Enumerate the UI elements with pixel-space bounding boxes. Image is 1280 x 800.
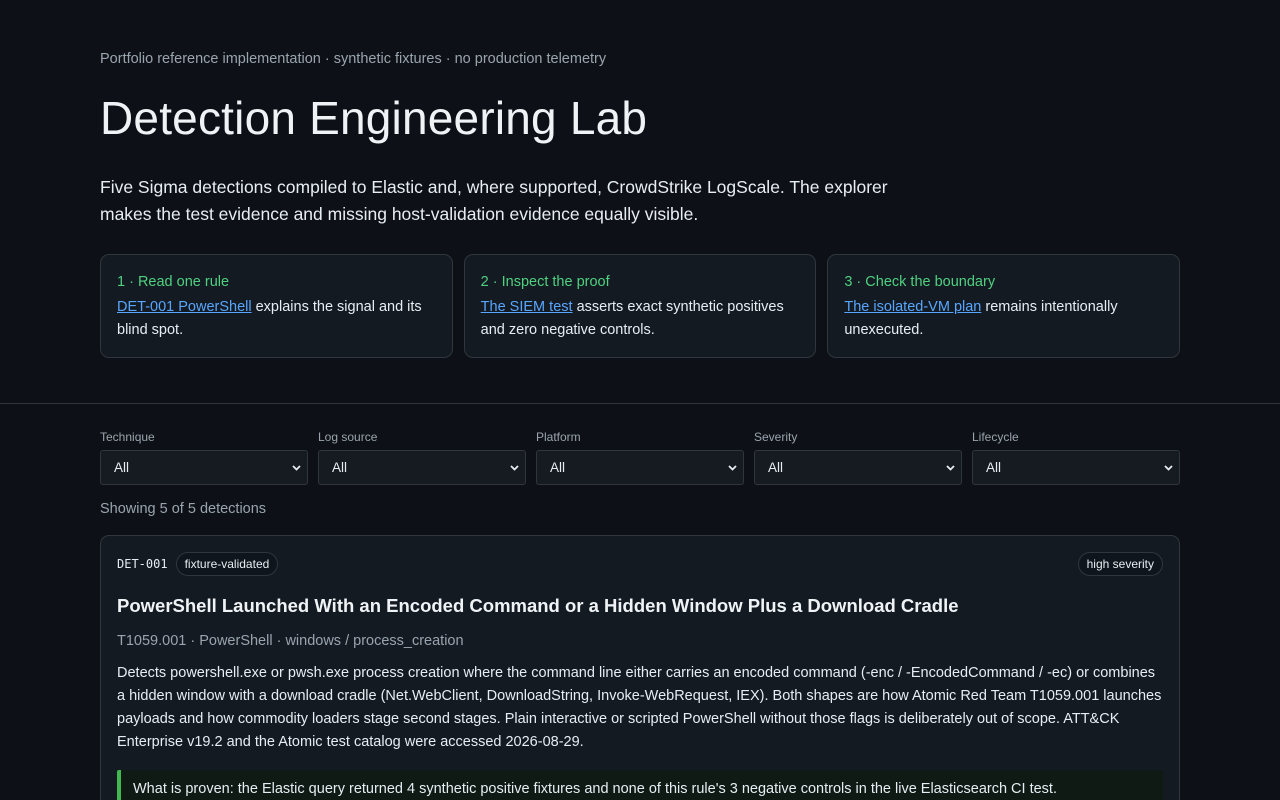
step-card-check-boundary: 3 · Check the boundary The isolated-VM p… — [827, 254, 1181, 358]
step-card-inspect-proof: 2 · Inspect the proof The SIEM test asse… — [463, 254, 817, 358]
platform-select[interactable]: All — [536, 450, 744, 485]
step-card-read-rule: 1 · Read one rule DET-001 PowerShell exp… — [100, 254, 453, 358]
filter-label: Lifecycle — [972, 430, 1019, 444]
step-body: The isolated-VM plan remains intentional… — [844, 299, 1118, 338]
severity-badge: high severity — [1077, 552, 1163, 576]
step-body: DET-001 PowerShell explains the signal a… — [117, 299, 422, 338]
technique-select[interactable]: All — [100, 450, 308, 485]
select-value: All — [114, 460, 130, 475]
filter-log-source: Log source All — [318, 430, 526, 485]
lifecycle-badge: fixture-validated — [175, 552, 279, 576]
chevron-down-icon — [292, 463, 301, 472]
filter-label: Technique — [100, 430, 155, 444]
det-001-link[interactable]: DET-001 PowerShell — [117, 299, 252, 315]
detection-title: PowerShell Launched With an Encoded Comm… — [117, 595, 959, 616]
chevron-down-icon — [1164, 463, 1173, 472]
detection-card[interactable]: DET-001 fixture-validated high severity … — [100, 535, 1180, 800]
results-count: Showing 5 of 5 detections — [100, 501, 267, 517]
filter-lifecycle: Lifecycle All — [972, 430, 1180, 485]
siem-test-link[interactable]: The SIEM test — [481, 299, 573, 315]
select-value: All — [332, 460, 348, 475]
filter-bar: Technique All Log source All Platform Al… — [100, 430, 1180, 485]
chevron-down-icon — [728, 463, 737, 472]
filter-technique: Technique All — [100, 430, 308, 485]
step-body: The SIEM test asserts exact synthetic po… — [480, 299, 784, 338]
select-value: All — [986, 460, 1002, 475]
eyebrow-text: Portfolio reference implementation · syn… — [100, 51, 607, 67]
page-title: Detection Engineering Lab — [100, 92, 648, 144]
lifecycle-select[interactable]: All — [972, 450, 1180, 485]
guide-steps: 1 · Read one rule DET-001 PowerShell exp… — [100, 254, 1181, 358]
filter-platform: Platform All — [536, 430, 744, 485]
filter-label: Log source — [318, 430, 378, 444]
detection-id: DET-001 — [117, 557, 168, 571]
select-value: All — [550, 460, 566, 475]
step-heading: 3 · Check the boundary — [844, 274, 996, 290]
step-heading: 2 · Inspect the proof — [480, 274, 610, 290]
card-id-group: DET-001 fixture-validated — [117, 552, 279, 576]
proof-callout: What is proven: the Elastic query return… — [117, 770, 1163, 800]
filter-label: Platform — [536, 430, 581, 444]
isolated-vm-plan-link[interactable]: The isolated-VM plan — [844, 299, 981, 315]
detection-description: Detects powershell.exe or pwsh.exe proce… — [117, 665, 1162, 750]
filter-label: Severity — [754, 430, 798, 444]
lede-text: Five Sigma detections compiled to Elasti… — [100, 177, 888, 224]
chevron-down-icon — [510, 463, 519, 472]
select-value: All — [768, 460, 784, 475]
severity-select[interactable]: All — [754, 450, 962, 485]
chevron-down-icon — [946, 463, 955, 472]
log-source-select[interactable]: All — [318, 450, 526, 485]
filter-severity: Severity All — [754, 430, 962, 485]
card-header: DET-001 fixture-validated high severity — [117, 552, 1163, 576]
detection-meta: T1059.001 · PowerShell · windows / proce… — [117, 633, 464, 649]
hero-section: Portfolio reference implementation · syn… — [0, 0, 1280, 403]
explorer-section: Technique All Log source All Platform Al… — [0, 404, 1280, 800]
step-heading: 1 · Read one rule — [117, 274, 230, 290]
